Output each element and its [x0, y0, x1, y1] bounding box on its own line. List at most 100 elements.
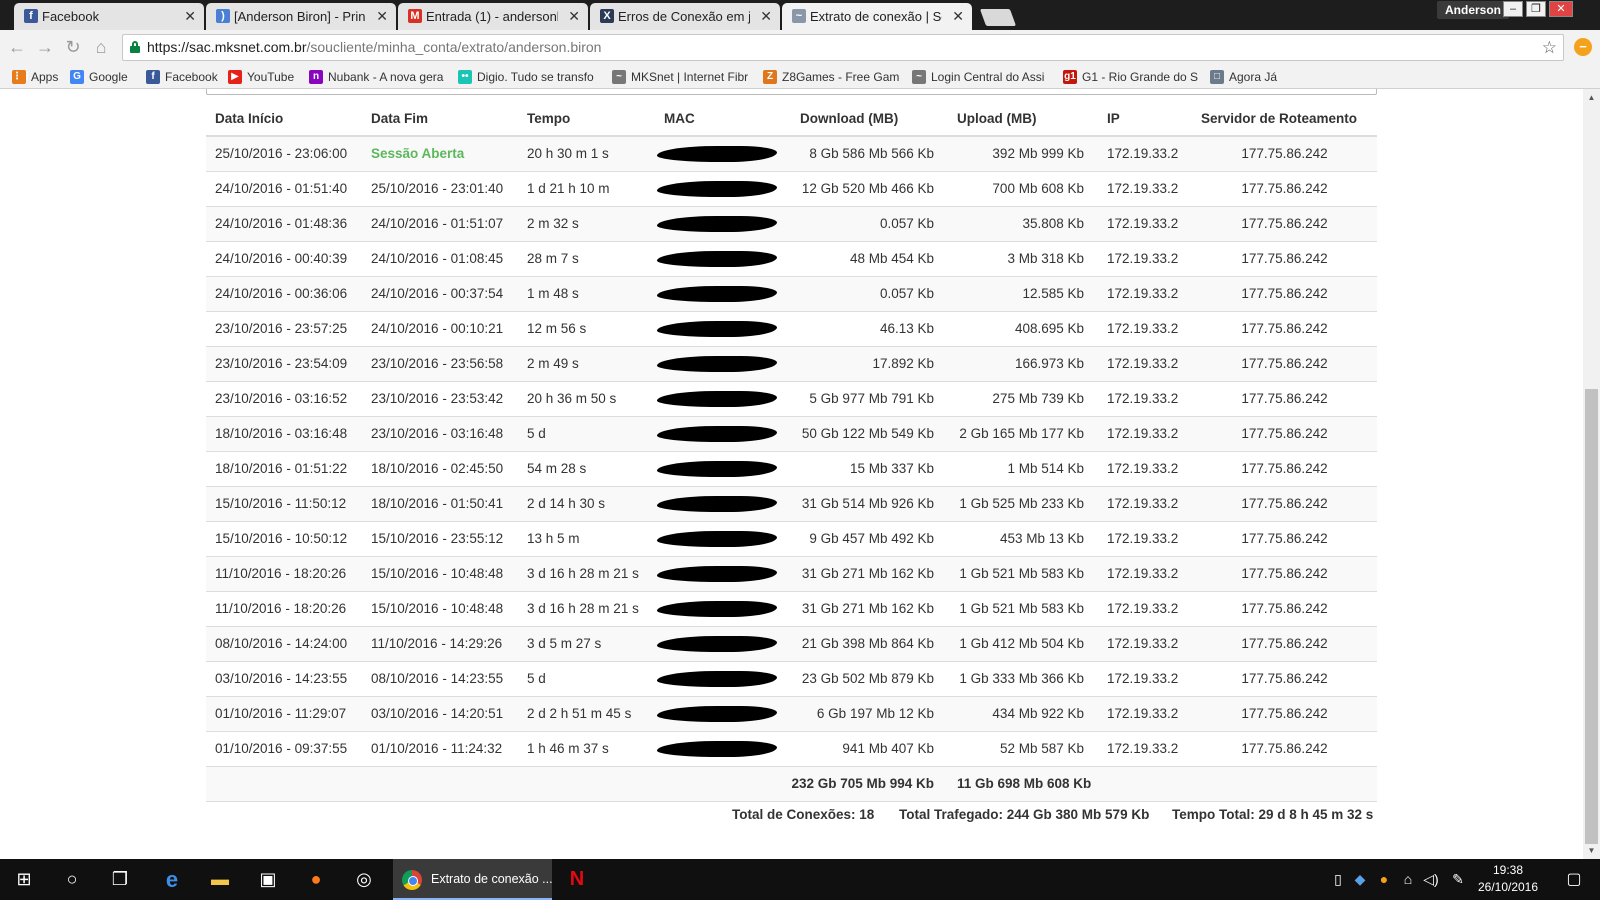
browser-tab[interactable]: ) [Anderson Biron] - Princi ✕	[206, 3, 396, 30]
cell-upload: 408.695 Kb	[948, 310, 1098, 346]
scrollbar-thumb[interactable]	[1585, 389, 1598, 844]
bookmark-item[interactable]: ⋮⋮ Apps	[12, 65, 62, 89]
cell-data-fim: 25/10/2016 - 23:01:40	[362, 170, 518, 206]
edge-browser-icon[interactable]: e	[148, 859, 196, 900]
browser-tab[interactable]: ~ Extrato de conexão | Serv ✕	[782, 3, 972, 30]
cell-mac	[655, 450, 791, 486]
cell-tempo: 1 m 48 s	[518, 275, 655, 311]
restore-icon[interactable]: ❐	[1526, 1, 1546, 17]
header-ip[interactable]: IP	[1098, 101, 1192, 137]
notification-icon[interactable]: ▢	[1560, 859, 1588, 900]
cell-tempo: 1 h 46 m 37 s	[518, 730, 655, 766]
cell-mac	[655, 310, 791, 346]
header-servidor[interactable]: Servidor de Roteamento	[1192, 101, 1377, 137]
cell-download: 15 Mb 337 Kb	[791, 450, 948, 486]
cell-mac	[655, 205, 791, 241]
z8games-icon: Z	[763, 70, 777, 84]
network-app-icon[interactable]: ◆	[1350, 859, 1370, 900]
tab-title: Erros de Conexão em jog	[618, 9, 750, 24]
cell-tempo: 3 d 5 m 27 s	[518, 625, 655, 661]
cell-servidor: 177.75.86.242	[1192, 660, 1377, 696]
bookmark-item[interactable]: ~ Login Central do Assi	[912, 65, 1050, 89]
header-upload[interactable]: Upload (MB)	[948, 101, 1098, 137]
wifi-network-icon[interactable]: ⌂	[1398, 859, 1418, 900]
bookmark-item[interactable]: □ Agora Já	[1210, 65, 1282, 89]
chrome-menu-icon[interactable]: −	[1574, 38, 1592, 56]
tab-title: Entrada (1) - andersonbir	[426, 9, 558, 24]
browser-tab[interactable]: M Entrada (1) - andersonbir ✕	[398, 3, 588, 30]
avast-icon[interactable]: ●	[1374, 859, 1394, 900]
task-view-icon[interactable]: ❐	[96, 859, 144, 900]
close-window-icon[interactable]: ✕	[1549, 1, 1573, 17]
vertical-scrollbar[interactable]: ▲ ▼	[1583, 89, 1600, 859]
forward-arrow-icon[interactable]: →	[34, 36, 56, 58]
store-icon[interactable]: ▣	[244, 859, 292, 900]
cell-tempo: 12 m 56 s	[518, 310, 655, 346]
bookmark-item[interactable]: G Google	[70, 65, 138, 89]
scroll-down-arrow-icon[interactable]: ▼	[1583, 842, 1600, 859]
cell-tempo: 2 m 32 s	[518, 205, 655, 241]
cell-download: 46.13 Kb	[791, 310, 948, 346]
cell-upload: 1 Mb 514 Kb	[948, 450, 1098, 486]
cell-mac	[655, 520, 791, 556]
volume-icon[interactable]: ◁)	[1421, 859, 1441, 900]
summary-bar: Total de Conexões: 18 Total Trafegado: 2…	[206, 807, 1377, 827]
bookmark-item[interactable]: n Nubank - A nova gera	[309, 65, 447, 89]
tab-close-icon[interactable]: ✕	[952, 3, 964, 30]
tab-close-icon[interactable]: ✕	[760, 3, 772, 30]
tab-close-icon[interactable]: ✕	[184, 3, 196, 30]
pen-icon[interactable]: ✎	[1448, 859, 1468, 900]
total-trafegado: Total Trafegado: 244 Gb 380 Mb 579 Kb	[899, 807, 1150, 822]
cell-upload: 1 Gb 521 Mb 583 Kb	[948, 590, 1098, 626]
browser-tab[interactable]: f Facebook ✕	[14, 3, 204, 30]
cell-mac	[655, 485, 791, 521]
cell-mac	[655, 380, 791, 416]
table-row: 11/10/2016 - 18:20:26 15/10/2016 - 10:48:…	[206, 590, 1377, 626]
cell-data-fim: 24/10/2016 - 01:08:45	[362, 240, 518, 276]
address-bar[interactable]: https://sac.mksnet.com.br/soucliente/min…	[122, 34, 1564, 61]
header-data-inicio[interactable]: Data Início	[206, 101, 362, 137]
minimize-icon[interactable]: –	[1503, 1, 1523, 17]
browser-tab[interactable]: X Erros de Conexão em jog ✕	[590, 3, 780, 30]
tab-close-icon[interactable]: ✕	[568, 3, 580, 30]
cell-data-fim: 18/10/2016 - 01:50:41	[362, 485, 518, 521]
netflix-icon[interactable]: N	[553, 859, 601, 900]
taskbar-chrome-window[interactable]: Extrato de conexão ...	[393, 859, 552, 900]
bookmark-label: Login Central do Assi	[931, 70, 1045, 84]
system-clock[interactable]: 19:38 26/10/2016	[1468, 862, 1548, 896]
back-arrow-icon[interactable]: ←	[6, 36, 28, 58]
header-tempo[interactable]: Tempo	[518, 101, 655, 137]
site-icon: ~	[792, 9, 806, 23]
search-circle-icon[interactable]: ○	[48, 859, 96, 900]
cell-download: 9 Gb 457 Mb 492 Kb	[791, 520, 948, 556]
profile-button[interactable]: Anderson	[1437, 1, 1510, 19]
google-icon: G	[70, 70, 84, 84]
bookmark-item[interactable]: Z Z8Games - Free Gam	[763, 65, 901, 89]
firefox-icon[interactable]: ●	[292, 859, 340, 900]
new-tab-button[interactable]	[979, 9, 1017, 26]
bookmark-star-icon[interactable]: ☆	[1542, 35, 1557, 60]
bookmark-item[interactable]: f Facebook	[146, 65, 221, 89]
windows-start-icon[interactable]: ⊞	[0, 859, 48, 900]
cell-download: 48 Mb 454 Kb	[791, 240, 948, 276]
scroll-up-arrow-icon[interactable]: ▲	[1583, 89, 1600, 106]
file-explorer-icon[interactable]: ▬	[196, 859, 244, 900]
taskbar-window-title: Extrato de conexão ...	[431, 872, 552, 886]
tab-close-icon[interactable]: ✕	[376, 3, 388, 30]
bookmark-item[interactable]: ▶ YouTube	[228, 65, 298, 89]
tab-title: [Anderson Biron] - Princi	[234, 9, 366, 24]
home-icon[interactable]: ⌂	[90, 36, 112, 58]
bookmark-item[interactable]: ~ MKSnet | Internet Fibr	[612, 65, 750, 89]
bookmark-item[interactable]: •• Digio. Tudo se transfo	[458, 65, 601, 89]
header-download[interactable]: Download (MB)	[791, 101, 948, 137]
table-row: 03/10/2016 - 14:23:55 08/10/2016 - 14:23:…	[206, 660, 1377, 696]
bookmark-label: Nubank - A nova gera	[328, 70, 444, 84]
target-app-icon[interactable]: ◎	[340, 859, 388, 900]
bookmark-item[interactable]: g1 G1 - Rio Grande do S	[1063, 65, 1201, 89]
reload-icon[interactable]: ↻	[62, 36, 84, 58]
cell-servidor: 177.75.86.242	[1192, 415, 1377, 451]
header-data-fim[interactable]: Data Fim	[362, 101, 518, 137]
table-row: 15/10/2016 - 11:50:12 18/10/2016 - 01:50:…	[206, 485, 1377, 521]
header-mac[interactable]: MAC	[655, 101, 791, 137]
usb-icon[interactable]: ▯	[1328, 859, 1348, 900]
